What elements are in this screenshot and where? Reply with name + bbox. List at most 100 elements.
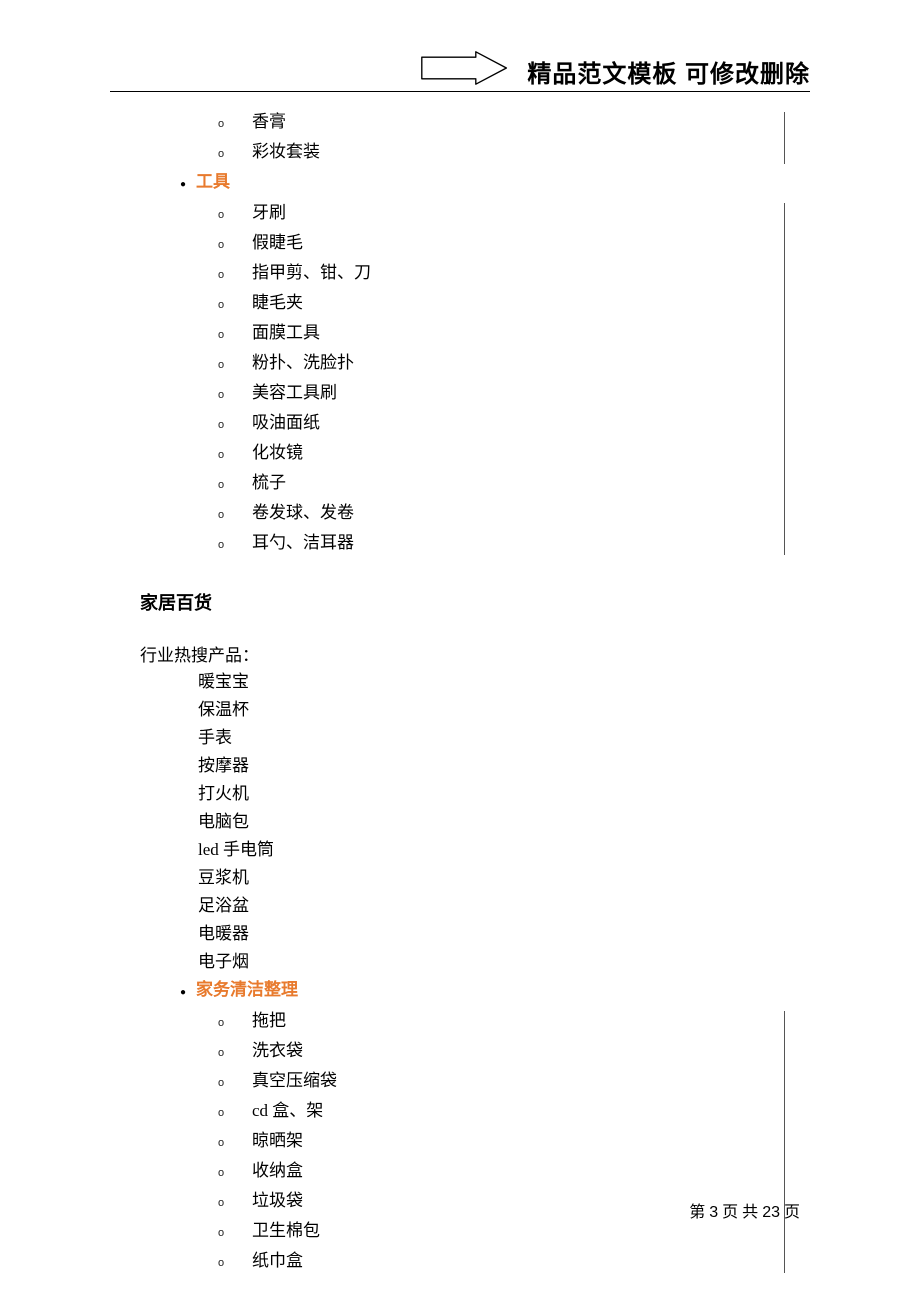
circle-bullet-icon: o	[218, 231, 252, 259]
circle-bullet-icon: o	[218, 351, 252, 379]
circle-bullet-icon: o	[218, 1189, 252, 1217]
item-text: 粉扑、洗脸扑	[252, 349, 354, 377]
list-item: o化妆镜	[218, 439, 785, 469]
item-text: 真空压缩袋	[252, 1067, 337, 1095]
list-item: o晾晒架	[218, 1127, 785, 1157]
circle-bullet-icon: o	[218, 531, 252, 559]
footer-suffix: 页	[784, 1204, 800, 1221]
footer-mid: 页 共	[722, 1204, 758, 1221]
list-item: 按摩器	[198, 752, 785, 780]
list-item: o卷发球、发卷	[218, 499, 785, 529]
intro-sublist: o香膏 o彩妆套装	[140, 108, 785, 168]
category-label: 工具	[196, 168, 230, 196]
item-text: 纸巾盒	[252, 1247, 303, 1275]
list-item: 电暖器	[198, 920, 785, 948]
list-item: o洗衣袋	[218, 1037, 785, 1067]
list-item: 电子烟	[198, 948, 785, 976]
item-text: 面膜工具	[252, 319, 320, 347]
list-item: o拖把	[218, 1007, 785, 1037]
circle-bullet-icon: o	[218, 1249, 252, 1277]
category-label: 家务清洁整理	[196, 976, 298, 1004]
hot-products-label: 行业热搜产品：	[140, 641, 785, 666]
circle-bullet-icon: o	[218, 1039, 252, 1067]
circle-bullet-icon: o	[218, 471, 252, 499]
circle-bullet-icon: o	[218, 110, 252, 138]
section-heading-home: 家居百货	[140, 589, 785, 615]
category-row-cleaning: ● 家务清洁整理	[140, 976, 785, 1007]
cleaning-sublist: o拖把 o洗衣袋 o真空压缩袋 ocd 盒、架 o晾晒架 o收纳盒 o垃圾袋 o…	[140, 1007, 785, 1277]
disc-bullet-icon: ●	[170, 171, 196, 199]
list-item: 电脑包	[198, 808, 785, 836]
circle-bullet-icon: o	[218, 321, 252, 349]
item-text: 卫生棉包	[252, 1217, 320, 1245]
circle-bullet-icon: o	[218, 140, 252, 168]
circle-bullet-icon: o	[218, 411, 252, 439]
item-text: 睫毛夹	[252, 289, 303, 317]
list-item: o睫毛夹	[218, 289, 785, 319]
list-item: o美容工具刷	[218, 379, 785, 409]
list-item: o假睫毛	[218, 229, 785, 259]
document-body: o香膏 o彩妆套装 ● 工具 o牙刷 o假睫毛 o指甲剪、钳、刀 o睫毛夹 o面…	[140, 108, 785, 1277]
list-item: led 手电筒	[198, 836, 785, 864]
item-text: 彩妆套装	[252, 138, 320, 166]
list-item: 足浴盆	[198, 892, 785, 920]
circle-bullet-icon: o	[218, 441, 252, 469]
circle-bullet-icon: o	[218, 381, 252, 409]
hot-products-list: 暖宝宝 保温杯 手表 按摩器 打火机 电脑包 led 手电筒 豆浆机 足浴盆 电…	[140, 668, 785, 976]
list-item: 豆浆机	[198, 864, 785, 892]
circle-bullet-icon: o	[218, 1069, 252, 1097]
list-item: o吸油面纸	[218, 409, 785, 439]
item-text: 拖把	[252, 1007, 286, 1035]
item-text: 化妆镜	[252, 439, 303, 467]
list-item: o梳子	[218, 469, 785, 499]
arrow-icon	[420, 50, 510, 86]
circle-bullet-icon: o	[218, 201, 252, 229]
header-title: 精品范文模板 可修改删除	[519, 54, 810, 89]
list-item: 手表	[198, 724, 785, 752]
list-item: o彩妆套装	[218, 138, 785, 168]
item-text: 卷发球、发卷	[252, 499, 354, 527]
item-text: 梳子	[252, 469, 286, 497]
list-item: 打火机	[198, 780, 785, 808]
item-text: cd 盒、架	[252, 1097, 323, 1125]
circle-bullet-icon: o	[218, 1129, 252, 1157]
list-item: o香膏	[218, 108, 785, 138]
item-text: 吸油面纸	[252, 409, 320, 437]
header-rule	[110, 91, 810, 92]
disc-bullet-icon: ●	[170, 979, 196, 1007]
item-text: 耳勺、洁耳器	[252, 529, 354, 557]
list-item: 保温杯	[198, 696, 785, 724]
item-text: 牙刷	[252, 199, 286, 227]
item-text: 收纳盒	[252, 1157, 303, 1185]
list-item: o指甲剪、钳、刀	[218, 259, 785, 289]
circle-bullet-icon: o	[218, 1099, 252, 1127]
item-text: 指甲剪、钳、刀	[252, 259, 371, 287]
category-row-tools: ● 工具	[140, 168, 785, 199]
circle-bullet-icon: o	[218, 1219, 252, 1247]
footer-page-current: 3	[709, 1204, 718, 1221]
item-text: 垃圾袋	[252, 1187, 303, 1215]
circle-bullet-icon: o	[218, 1009, 252, 1037]
circle-bullet-icon: o	[218, 1159, 252, 1187]
circle-bullet-icon: o	[218, 501, 252, 529]
list-item: o牙刷	[218, 199, 785, 229]
item-text: 晾晒架	[252, 1127, 303, 1155]
item-text: 洗衣袋	[252, 1037, 303, 1065]
tools-sublist: o牙刷 o假睫毛 o指甲剪、钳、刀 o睫毛夹 o面膜工具 o粉扑、洗脸扑 o美容…	[140, 199, 785, 559]
item-text: 香膏	[252, 108, 286, 136]
list-item: o真空压缩袋	[218, 1067, 785, 1097]
list-item: 暖宝宝	[198, 668, 785, 696]
list-item: o粉扑、洗脸扑	[218, 349, 785, 379]
page-footer: 第 3 页 共 23 页	[689, 1198, 800, 1222]
list-item: ocd 盒、架	[218, 1097, 785, 1127]
item-text: 美容工具刷	[252, 379, 337, 407]
list-item: o面膜工具	[218, 319, 785, 349]
circle-bullet-icon: o	[218, 261, 252, 289]
circle-bullet-icon: o	[218, 291, 252, 319]
list-item: o纸巾盒	[218, 1247, 785, 1277]
footer-prefix: 第	[689, 1204, 705, 1221]
item-text: 假睫毛	[252, 229, 303, 257]
list-item: o耳勺、洁耳器	[218, 529, 785, 559]
footer-page-total: 23	[762, 1204, 780, 1221]
list-item: o收纳盒	[218, 1157, 785, 1187]
